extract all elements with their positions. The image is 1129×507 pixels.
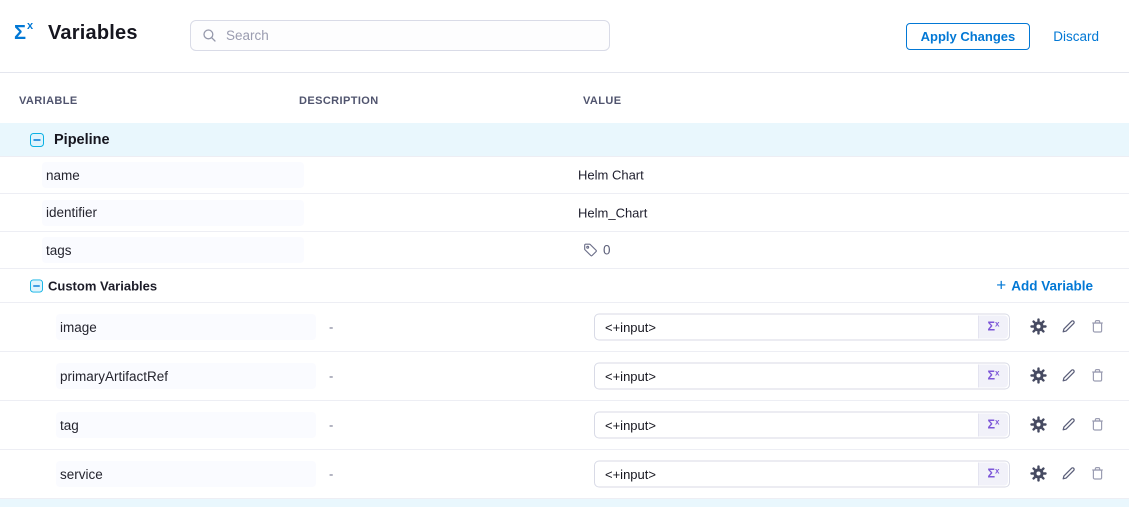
edit-pencil-icon[interactable]	[1060, 416, 1078, 434]
variable-value-input[interactable]: <+input> Σx	[594, 412, 1010, 439]
custom-variables-section-label: Custom Variables	[48, 278, 157, 293]
settings-gear-icon[interactable]	[1030, 367, 1048, 385]
settings-gear-icon[interactable]	[1030, 465, 1048, 483]
tag-count: 0	[603, 243, 611, 258]
table-row: tags 0	[0, 232, 1129, 269]
search-input[interactable]	[226, 28, 598, 43]
variable-description: -	[329, 418, 333, 433]
variable-name-label: tags	[46, 243, 72, 258]
add-variable-button[interactable]: + Add Variable	[996, 277, 1093, 294]
page-title: Variables	[48, 22, 138, 45]
variable-name-chip[interactable]: image	[56, 314, 316, 340]
edit-pencil-icon[interactable]	[1060, 318, 1078, 336]
variable-name-chip[interactable]: name	[42, 162, 304, 188]
settings-gear-icon[interactable]	[1030, 416, 1048, 434]
discard-button[interactable]: Discard	[1053, 29, 1099, 44]
add-variable-label: Add Variable	[1011, 278, 1093, 293]
tag-icon	[583, 243, 598, 258]
plus-icon: +	[996, 276, 1006, 293]
pipeline-section-row[interactable]: Pipeline	[0, 123, 1129, 157]
search-icon	[202, 28, 217, 43]
custom-variables-section-row[interactable]: Custom Variables + Add Variable	[0, 269, 1129, 303]
delete-trash-icon[interactable]	[1089, 367, 1107, 385]
runtime-input-value: <+input>	[605, 418, 656, 433]
variable-name-chip[interactable]: tag	[56, 412, 316, 438]
next-section-row-partial	[0, 499, 1129, 507]
runtime-input-value: <+input>	[605, 320, 656, 335]
delete-trash-icon[interactable]	[1089, 416, 1107, 434]
column-header-value: VALUE	[583, 95, 621, 107]
column-header-description: DESCRIPTION	[299, 95, 379, 107]
variable-name-label: identifier	[46, 205, 97, 220]
table-header: VARIABLE DESCRIPTION VALUE	[0, 73, 1129, 123]
variables-sigma-icon: Σx	[14, 23, 32, 43]
column-header-variable: VARIABLE	[19, 95, 78, 107]
variable-value: Helm Chart	[578, 168, 644, 183]
table-row: image - <+input> Σx	[0, 303, 1129, 352]
header-actions: Apply Changes Discard	[906, 23, 1099, 50]
table-row: primaryArtifactRef - <+input> Σx	[0, 352, 1129, 401]
variable-name-label: tag	[60, 418, 79, 433]
collapse-minus-icon[interactable]	[30, 279, 43, 292]
runtime-input-sigma-icon[interactable]: Σx	[978, 414, 1008, 437]
tags-value: 0	[583, 243, 611, 258]
variable-name-chip[interactable]: service	[56, 461, 316, 487]
variable-description: -	[329, 369, 333, 384]
pipeline-section-label: Pipeline	[54, 132, 110, 148]
delete-trash-icon[interactable]	[1089, 465, 1107, 483]
edit-pencil-icon[interactable]	[1060, 465, 1078, 483]
search-box[interactable]	[190, 20, 610, 51]
runtime-input-value: <+input>	[605, 467, 656, 482]
variable-name-label: name	[46, 168, 80, 183]
variable-description: -	[329, 467, 333, 482]
collapse-minus-icon[interactable]	[30, 133, 44, 147]
variable-name-label: image	[60, 320, 97, 335]
table-row: tag - <+input> Σx	[0, 401, 1129, 450]
runtime-input-sigma-icon[interactable]: Σx	[978, 463, 1008, 486]
delete-trash-icon[interactable]	[1089, 318, 1107, 336]
apply-changes-button[interactable]: Apply Changes	[906, 23, 1031, 50]
variable-value-input[interactable]: <+input> Σx	[594, 461, 1010, 488]
table-row: identifier Helm_Chart	[0, 194, 1129, 232]
variable-value: Helm_Chart	[578, 205, 647, 220]
variable-name-chip[interactable]: tags	[42, 237, 304, 263]
edit-pencil-icon[interactable]	[1060, 367, 1078, 385]
variable-value-input[interactable]: <+input> Σx	[594, 363, 1010, 390]
variable-name-chip[interactable]: primaryArtifactRef	[56, 363, 316, 389]
variable-description: -	[329, 320, 333, 335]
variable-name-label: primaryArtifactRef	[60, 369, 168, 384]
settings-gear-icon[interactable]	[1030, 318, 1048, 336]
variable-value-input[interactable]: <+input> Σx	[594, 314, 1010, 341]
table-row: name Helm Chart	[0, 157, 1129, 194]
variable-name-chip[interactable]: identifier	[42, 200, 304, 226]
variable-name-label: service	[60, 467, 103, 482]
table-row: service - <+input> Σx	[0, 450, 1129, 499]
runtime-input-sigma-icon[interactable]: Σx	[978, 316, 1008, 339]
page-header: Σx Variables Apply Changes Discard	[0, 0, 1129, 73]
runtime-input-value: <+input>	[605, 369, 656, 384]
runtime-input-sigma-icon[interactable]: Σx	[978, 365, 1008, 388]
